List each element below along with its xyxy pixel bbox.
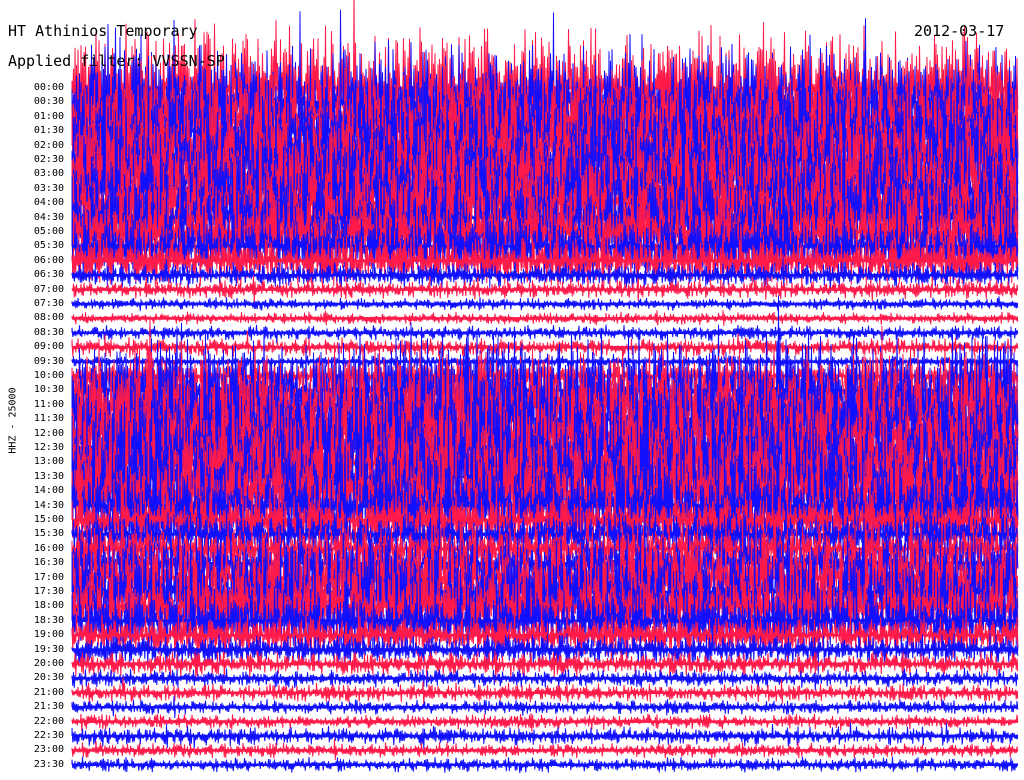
time-label: 20:00 [33, 658, 64, 669]
time-label: 21:30 [33, 701, 64, 713]
time-label: 02:00 [33, 139, 64, 151]
time-label: 10:30 [33, 384, 64, 396]
time-label: 22:30 [33, 730, 64, 741]
time-label: 17:00 [33, 571, 64, 583]
time-label: 04:30 [33, 211, 64, 223]
time-label: 17:30 [33, 586, 64, 597]
time-label: 09:30 [33, 355, 64, 367]
time-label: 15:30 [33, 528, 64, 540]
time-label: 08:00 [33, 312, 64, 324]
time-label: 16:00 [33, 542, 64, 554]
time-label: 05:00 [33, 226, 64, 237]
time-label: 18:30 [33, 614, 64, 626]
time-label: 11:00 [33, 398, 64, 410]
time-label: 09:00 [33, 341, 64, 353]
time-label: 03:00 [33, 168, 64, 180]
time-label: 04:00 [33, 197, 64, 209]
time-label: 00:30 [33, 96, 64, 108]
time-label: 06:30 [33, 269, 64, 281]
time-label: 21:00 [33, 686, 64, 698]
time-label: 07:30 [33, 298, 64, 309]
time-label: 19:00 [33, 629, 64, 641]
time-label: 02:30 [33, 154, 64, 165]
time-label: 08:30 [33, 326, 64, 338]
filter-label: Applied filter: VVSSN-SP [8, 52, 225, 70]
time-label: 11:30 [33, 413, 64, 425]
time-label: 12:30 [33, 442, 64, 453]
time-label: 13:00 [33, 456, 64, 468]
time-label: 19:30 [33, 643, 64, 655]
helicorder-plot [71, 0, 1019, 774]
time-label: 14:00 [33, 485, 64, 497]
time-label: 03:30 [33, 182, 64, 194]
time-label: 23:00 [33, 744, 64, 756]
time-label: 15:00 [33, 514, 64, 525]
time-label: 20:30 [33, 672, 64, 684]
time-label: 22:00 [33, 715, 64, 727]
time-label: 16:30 [33, 557, 64, 569]
time-label: 13:30 [33, 470, 64, 482]
time-label: 23:30 [33, 758, 64, 770]
time-label: 14:30 [33, 499, 64, 511]
time-label: 07:00 [33, 283, 64, 295]
time-label: 18:00 [33, 600, 64, 612]
time-label: 10:00 [33, 370, 64, 381]
time-label: 00:00 [33, 82, 64, 93]
time-label: 01:00 [33, 110, 64, 122]
time-label: 06:00 [33, 254, 64, 266]
date-label: 2012-03-17 [914, 22, 1005, 40]
time-label: 12:00 [33, 427, 64, 439]
time-label: 01:30 [33, 125, 64, 137]
time-label: 05:30 [33, 240, 64, 252]
station-title: HT Athinios Temporary [8, 22, 198, 40]
